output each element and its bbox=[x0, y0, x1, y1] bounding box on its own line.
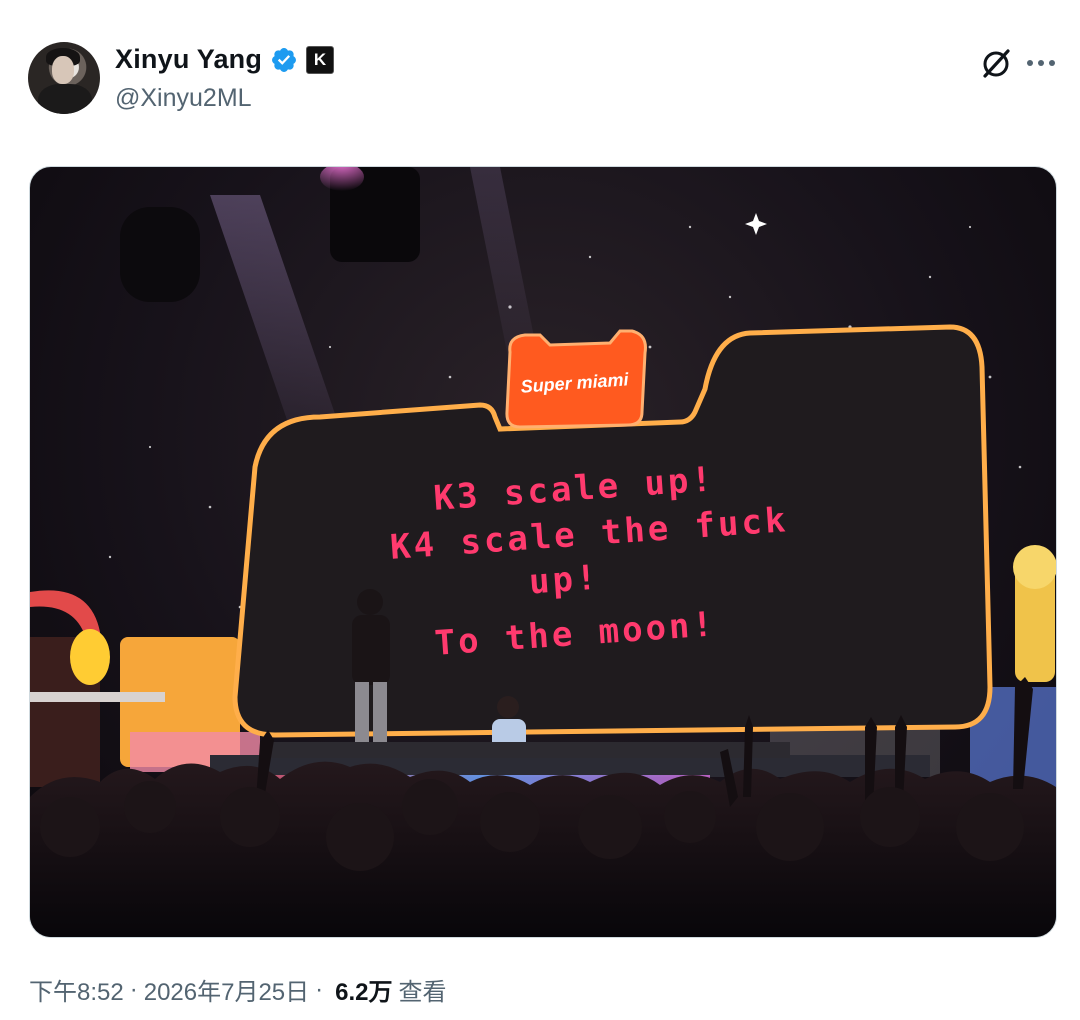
tweet-metadata: 下午8:52 · 2026年7月25日 · 6.2万 查看 bbox=[29, 972, 447, 1007]
separator: · bbox=[315, 975, 324, 1003]
stage-photo: Super miami K3 scale up! K4 scale the fu… bbox=[30, 167, 1056, 937]
tweet-photo[interactable]: Super miami K3 scale up! K4 scale the fu… bbox=[29, 166, 1057, 938]
user-handle[interactable]: @Xinyu2ML bbox=[115, 84, 252, 113]
sparkle-star bbox=[745, 213, 767, 235]
views-label: 查看 bbox=[398, 979, 447, 1006]
screen-line-3: up! bbox=[528, 558, 601, 603]
grok-icon[interactable] bbox=[979, 46, 1013, 80]
avatar[interactable] bbox=[28, 42, 100, 114]
name-row: Xinyu Yang K bbox=[115, 44, 335, 75]
verified-badge-icon[interactable] bbox=[270, 46, 298, 74]
separator: · bbox=[129, 975, 138, 1003]
speaker bbox=[120, 207, 200, 302]
views-count[interactable]: 6.2万 bbox=[335, 972, 392, 1007]
more-icon[interactable] bbox=[1024, 48, 1058, 78]
tweet-header: Xinyu Yang K @Xinyu2ML bbox=[28, 42, 1058, 116]
display-name[interactable]: Xinyu Yang bbox=[115, 44, 262, 75]
tweet-time[interactable]: 下午8:52 bbox=[29, 972, 124, 1007]
tweet-date[interactable]: 2026年7月25日 bbox=[144, 972, 309, 1007]
affiliate-badge-icon[interactable]: K bbox=[306, 45, 335, 74]
